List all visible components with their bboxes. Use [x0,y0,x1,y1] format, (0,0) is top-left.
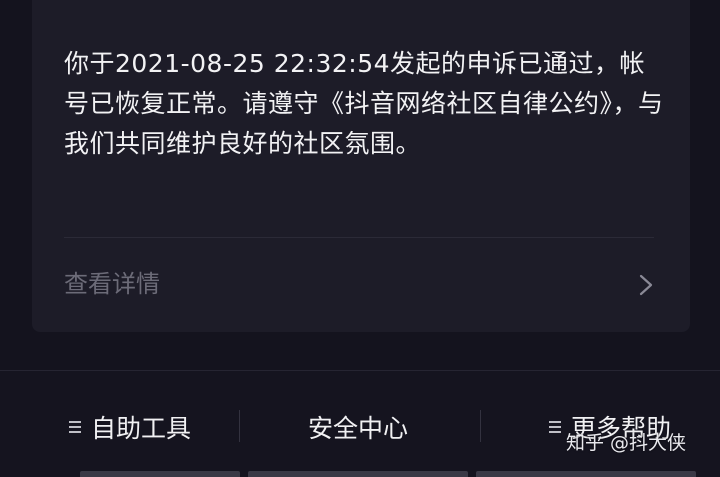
toolbar-separator [480,410,481,442]
card-divider [64,237,654,238]
self-service-tools-button[interactable]: 自助工具 [40,409,220,445]
view-details-row[interactable]: 查看详情 [32,250,690,320]
screen: 你于2021-08-25 22:32:54发起的申诉已通过，帐号已恢复正常。请遵… [0,0,720,477]
toolbar-separator [239,410,240,442]
self-service-tools-label: 自助工具 [90,414,191,443]
menu-icon [548,420,561,434]
bottom-tab-edge [248,471,468,477]
menu-icon [68,420,81,434]
chevron-right-icon [639,274,653,296]
security-center-label: 安全中心 [307,414,408,443]
bottom-tab-edge [476,471,696,477]
security-center-button[interactable]: 安全中心 [260,409,456,445]
bottom-tab-edge [80,471,240,477]
watermark: 知乎 @抖大侠 [566,432,687,454]
view-details-label: 查看详情 [64,270,160,298]
bottom-toolbar: 自助工具 安全中心 更多帮助 [0,370,720,477]
appeal-message: 你于2021-08-25 22:32:54发起的申诉已通过，帐号已恢复正常。请遵… [64,49,664,158]
appeal-result-card: 你于2021-08-25 22:32:54发起的申诉已通过，帐号已恢复正常。请遵… [32,0,690,332]
